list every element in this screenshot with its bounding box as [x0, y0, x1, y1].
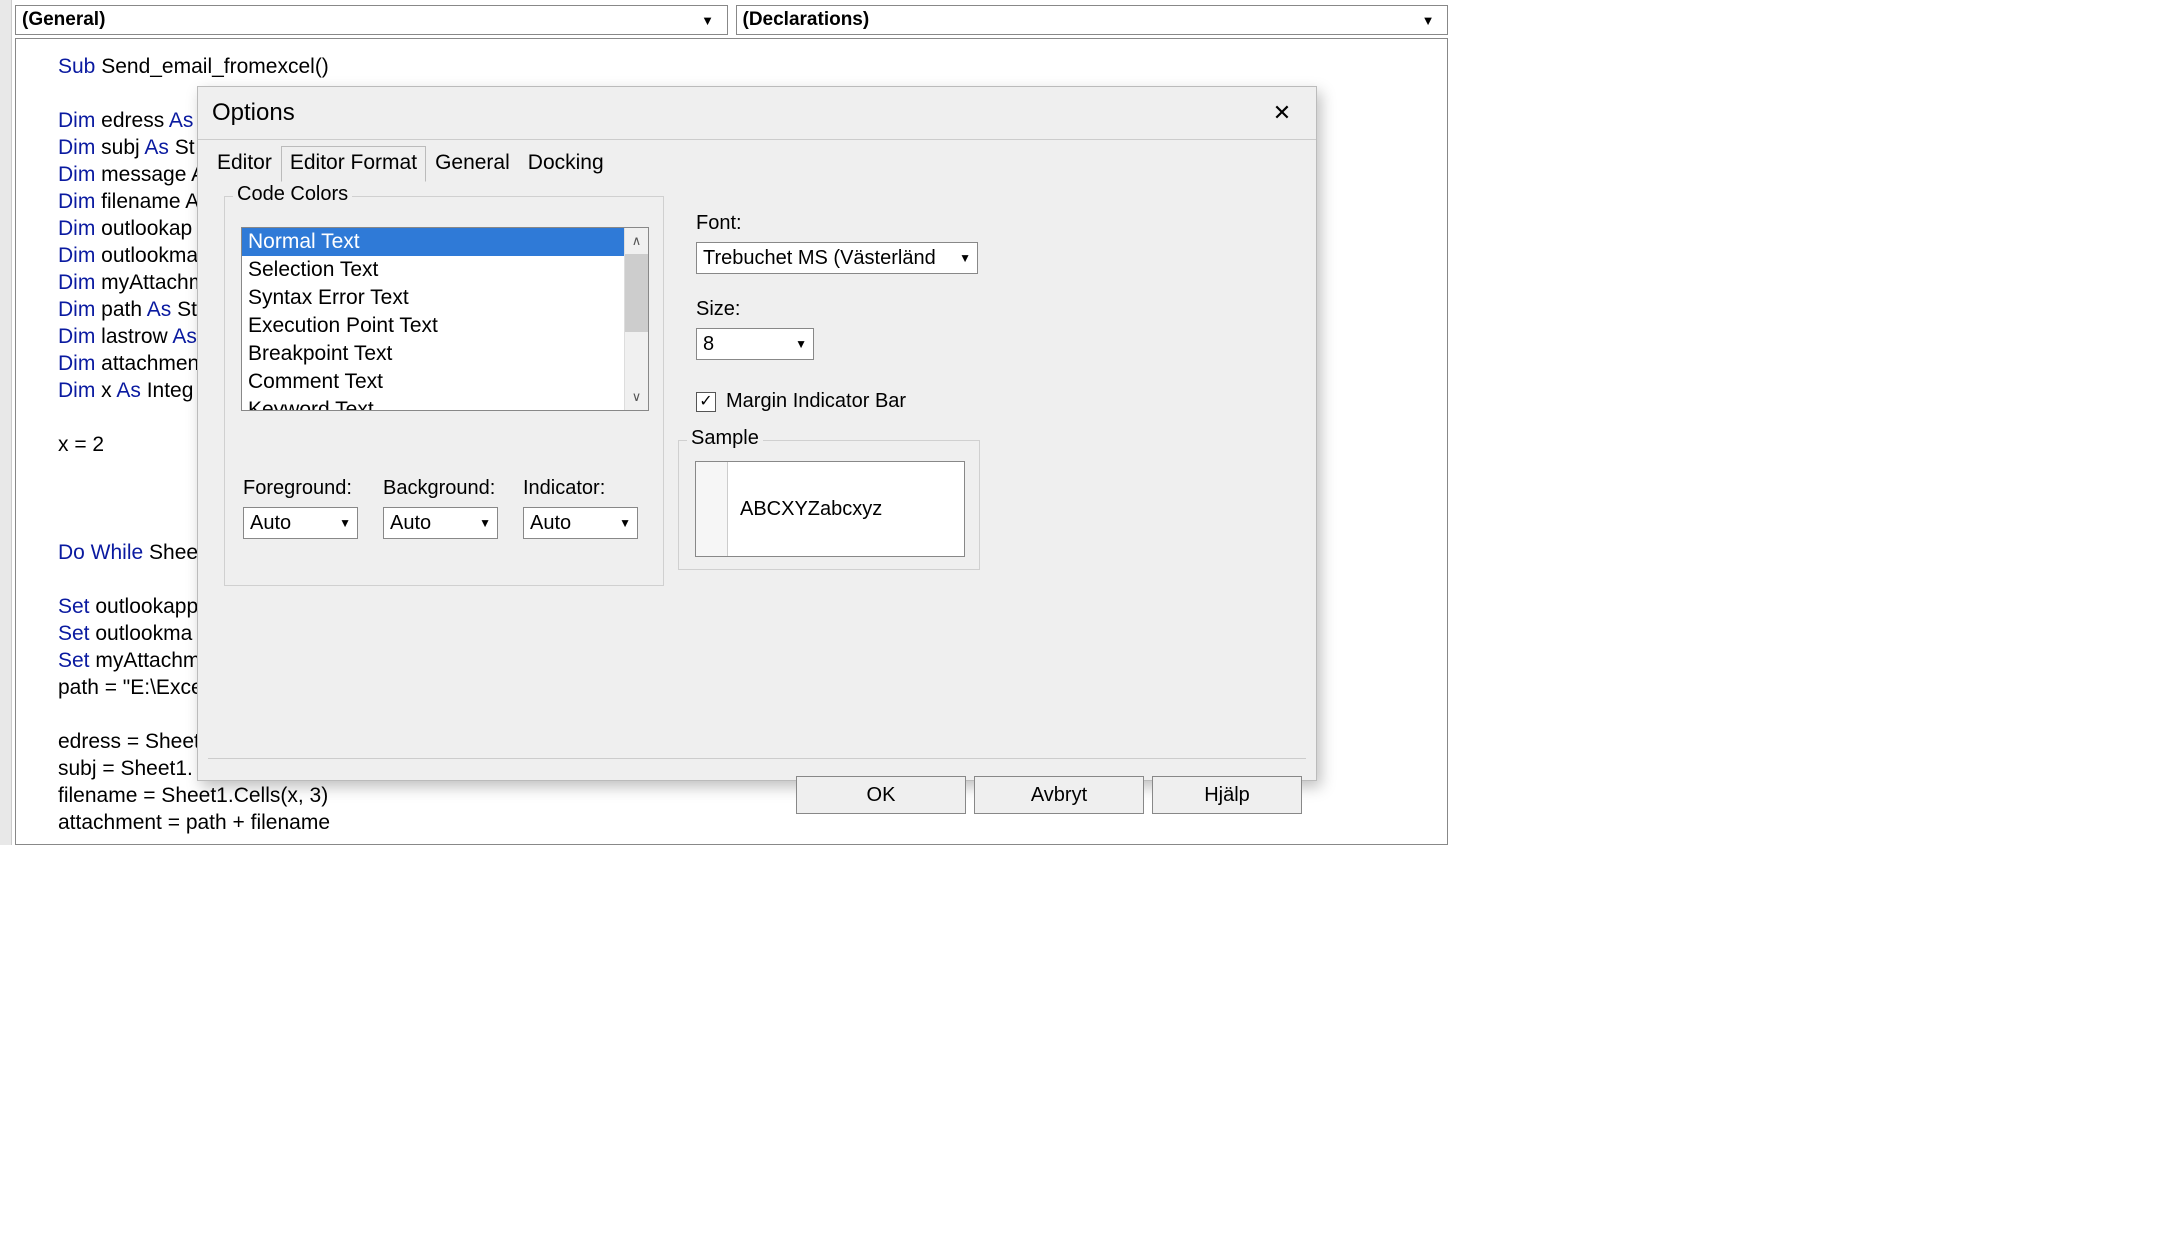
font-label: Font:: [696, 212, 742, 235]
close-icon[interactable]: ✕: [1262, 100, 1302, 126]
chevron-down-icon: ▼: [795, 337, 807, 351]
background-value: Auto: [390, 512, 431, 535]
code-colors-legend: Code Colors: [233, 183, 352, 206]
sample-preview: ABCXYZabcxyz: [695, 461, 965, 557]
chevron-down-icon: ▼: [695, 13, 721, 28]
indicator-label: Indicator:: [523, 477, 605, 500]
chevron-down-icon: ▼: [959, 251, 971, 265]
scroll-down-icon[interactable]: ∨: [625, 384, 648, 410]
dialog-title: Options: [212, 99, 1262, 127]
editor-topbar: (General) ▼ (Declarations) ▼: [15, 5, 1448, 35]
procedure-dropdown[interactable]: (Declarations) ▼: [736, 5, 1449, 35]
chevron-down-icon: ▼: [473, 516, 491, 530]
code-line: attachment = path + filename: [58, 809, 330, 836]
object-dropdown[interactable]: (General) ▼: [15, 5, 728, 35]
code-color-item[interactable]: Selection Text: [242, 256, 624, 284]
code-color-item[interactable]: Keyword Text: [242, 396, 624, 410]
options-dialog: Options ✕ EditorEditor FormatGeneralDock…: [197, 86, 1317, 781]
sample-margin-strip: [696, 462, 728, 556]
scroll-thumb[interactable]: [625, 254, 648, 332]
foreground-value: Auto: [250, 512, 291, 535]
procedure-dropdown-value: (Declarations): [743, 9, 1416, 31]
sample-group: Sample ABCXYZabcxyz: [678, 440, 980, 570]
cancel-button[interactable]: Avbryt: [974, 776, 1144, 814]
checkbox-icon: ✓: [696, 392, 716, 412]
sample-text: ABCXYZabcxyz: [728, 462, 964, 556]
size-value: 8: [703, 333, 789, 356]
code-color-item[interactable]: Comment Text: [242, 368, 624, 396]
foreground-dropdown[interactable]: Auto ▼: [243, 507, 358, 539]
chevron-down-icon: ▼: [1415, 13, 1441, 28]
ok-button[interactable]: OK: [796, 776, 966, 814]
code-color-item[interactable]: Syntax Error Text: [242, 284, 624, 312]
tab-strip: EditorEditor FormatGeneralDocking: [198, 140, 1316, 182]
code-color-item[interactable]: Breakpoint Text: [242, 340, 624, 368]
code-color-item[interactable]: Execution Point Text: [242, 312, 624, 340]
sample-legend: Sample: [687, 427, 763, 450]
margin-indicator-checkbox[interactable]: ✓ Margin Indicator Bar: [696, 390, 906, 413]
tab-editor[interactable]: Editor: [208, 146, 281, 182]
object-dropdown-value: (General): [22, 9, 695, 31]
code-line: Sub Send_email_fromexcel(): [58, 53, 330, 80]
chevron-down-icon: ▼: [333, 516, 351, 530]
scroll-up-icon[interactable]: ∧: [625, 228, 648, 254]
font-dropdown[interactable]: Trebuchet MS (Västerländ ▼: [696, 242, 978, 274]
size-label: Size:: [696, 298, 740, 321]
tab-general[interactable]: General: [426, 146, 519, 182]
font-value: Trebuchet MS (Västerländ: [703, 247, 953, 270]
size-dropdown[interactable]: 8 ▼: [696, 328, 814, 360]
code-colors-group: Code Colors Normal TextSelection TextSyn…: [224, 196, 664, 586]
tab-editor-format[interactable]: Editor Format: [281, 146, 426, 182]
indicator-dropdown[interactable]: Auto ▼: [523, 507, 638, 539]
indicator-value: Auto: [530, 512, 571, 535]
window-left-rail: [0, 0, 12, 845]
tab-docking[interactable]: Docking: [519, 146, 613, 182]
dialog-separator: [208, 758, 1306, 759]
dialog-titlebar: Options ✕: [198, 87, 1316, 139]
foreground-label: Foreground:: [243, 477, 352, 500]
background-dropdown[interactable]: Auto ▼: [383, 507, 498, 539]
code-line: filename = Sheet1.Cells(x, 3): [58, 782, 330, 809]
chevron-down-icon: ▼: [613, 516, 631, 530]
help-button[interactable]: Hjälp: [1152, 776, 1302, 814]
code-colors-listbox[interactable]: Normal TextSelection TextSyntax Error Te…: [241, 227, 649, 411]
background-label: Background:: [383, 477, 495, 500]
margin-indicator-label: Margin Indicator Bar: [726, 390, 906, 413]
listbox-scrollbar[interactable]: ∧ ∨: [624, 228, 648, 410]
code-color-item[interactable]: Normal Text: [242, 228, 624, 256]
